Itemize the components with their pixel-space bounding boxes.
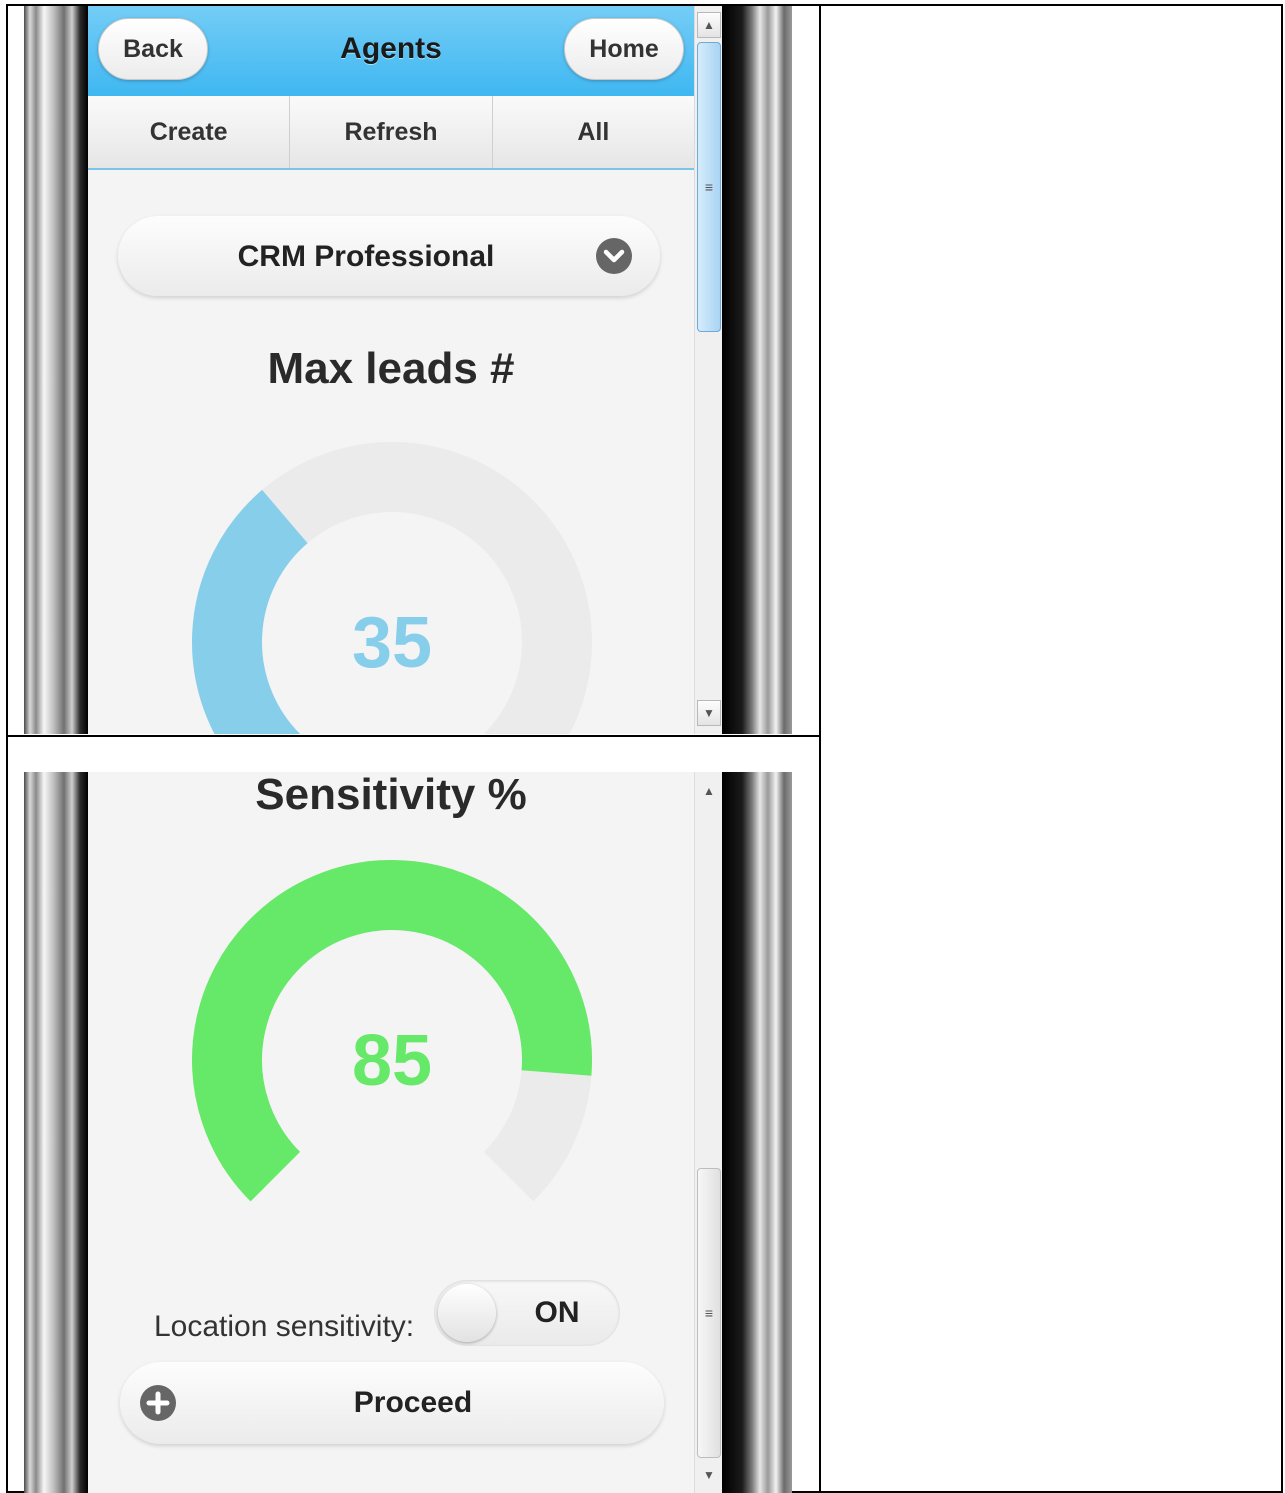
location-sensitivity-label: Location sensitivity:	[154, 1310, 415, 1343]
sensitivity-gauge[interactable]: 85	[188, 856, 596, 1264]
scroll-thumb[interactable]: ≡	[697, 1168, 721, 1458]
phone-screen-bottom: Sensitivity % 85 Location sensitivity: O…	[88, 772, 694, 1493]
sensitivity-value: 85	[352, 1021, 432, 1101]
scrollbar-bottom[interactable]: ▲ ≡ ▼	[694, 772, 724, 1493]
navbar: Create Refresh All	[88, 96, 694, 170]
table-divider-vertical	[819, 4, 821, 1493]
scrollbar-top[interactable]: ▲ ≡ ▼	[694, 6, 724, 734]
phone-frame-right	[722, 772, 792, 1493]
screenshot-top: Back Agents Home Create Refresh All CRM …	[24, 6, 792, 734]
nav-create[interactable]: Create	[88, 96, 291, 168]
header-bar: Back Agents Home	[88, 6, 694, 97]
home-button[interactable]: Home	[564, 18, 684, 80]
toggle-knob[interactable]	[438, 1284, 496, 1342]
product-select-value: CRM Professional	[237, 240, 495, 273]
scroll-thumb[interactable]: ≡	[697, 42, 721, 332]
max-leads-title: Max leads #	[267, 344, 515, 393]
nav-refresh[interactable]: Refresh	[290, 96, 493, 168]
max-leads-gauge[interactable]: 35	[188, 438, 596, 734]
page-title: Agents	[340, 32, 442, 65]
phone-frame-right	[722, 6, 792, 734]
scroll-down-arrow[interactable]: ▼	[697, 1462, 721, 1488]
screenshot-bottom: Sensitivity % 85 Location sensitivity: O…	[24, 772, 792, 1493]
proceed-label: Proceed	[353, 1386, 473, 1419]
phone-frame-left	[24, 6, 88, 734]
product-select[interactable]: CRM Professional	[118, 216, 660, 296]
phone-frame-left	[24, 772, 88, 1493]
proceed-button[interactable]: Proceed	[120, 1362, 664, 1444]
nav-all[interactable]: All	[493, 96, 694, 168]
location-sensitivity-toggle[interactable]: ON	[434, 1280, 620, 1346]
scroll-up-arrow[interactable]: ▲	[697, 778, 721, 804]
max-leads-value: 35	[352, 603, 432, 683]
scroll-down-arrow[interactable]: ▼	[697, 700, 721, 726]
chevron-down-icon	[596, 238, 632, 274]
back-button[interactable]: Back	[98, 18, 208, 80]
sensitivity-title: Sensitivity %	[255, 772, 527, 819]
scroll-up-arrow[interactable]: ▲	[697, 12, 721, 38]
gauge-fill	[192, 489, 309, 734]
table-divider-horizontal	[6, 735, 821, 737]
phone-screen-top: Back Agents Home Create Refresh All CRM …	[88, 6, 694, 734]
toggle-state: ON	[534, 1296, 580, 1329]
